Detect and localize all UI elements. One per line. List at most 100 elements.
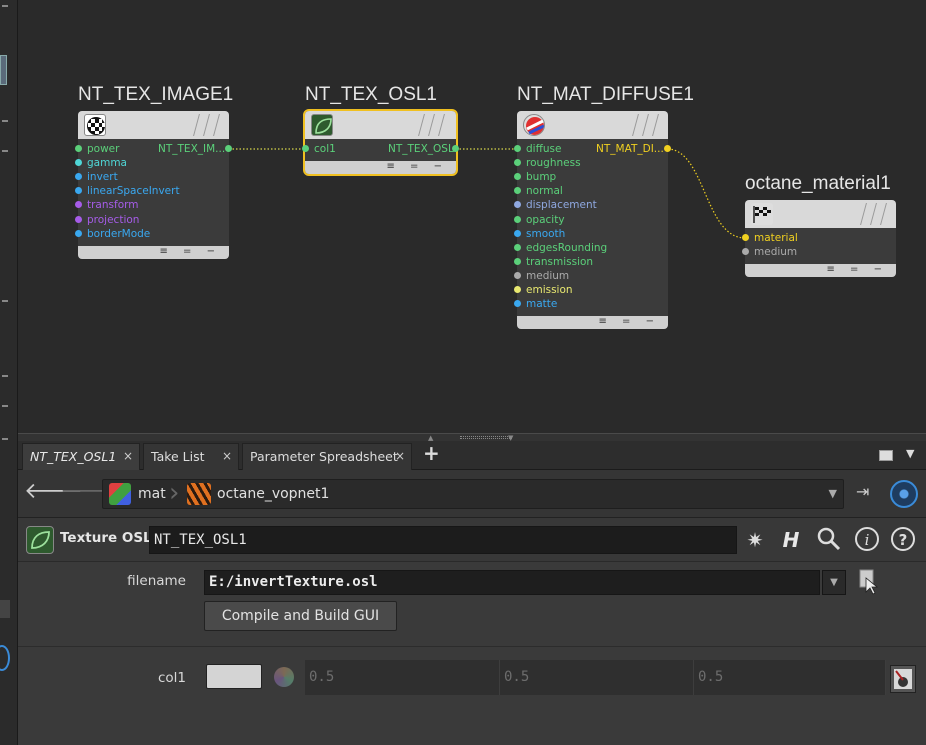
houdini-window: NT_TEX_IMAGE1 ≡ = − power gamma invert l… bbox=[0, 0, 926, 745]
input-port[interactable] bbox=[514, 258, 521, 265]
search-icon[interactable] bbox=[814, 526, 844, 554]
path-segment-root[interactable]: mat bbox=[138, 486, 166, 502]
node-type-label: Texture OSL bbox=[60, 530, 152, 546]
node-header bbox=[78, 111, 229, 139]
port-label: invert bbox=[87, 171, 118, 183]
node-title: NT_TEX_OSL1 bbox=[305, 84, 437, 105]
input-port[interactable] bbox=[514, 216, 521, 223]
network-editor[interactable]: NT_TEX_IMAGE1 ≡ = − power gamma invert l… bbox=[18, 0, 926, 433]
node-name-field[interactable]: NT_TEX_OSL1 bbox=[149, 526, 737, 554]
port-label: linearSpaceInvert bbox=[87, 185, 180, 197]
osl-node-icon bbox=[26, 526, 54, 554]
input-port[interactable] bbox=[514, 159, 521, 166]
input-port[interactable] bbox=[514, 187, 521, 194]
file-chooser-icon[interactable] bbox=[858, 568, 879, 595]
close-icon[interactable]: × bbox=[395, 444, 405, 469]
port-label: emission bbox=[526, 284, 573, 296]
port-label: displacement bbox=[526, 199, 597, 211]
input-port[interactable] bbox=[75, 230, 82, 237]
left-toolbar-ring-icon[interactable] bbox=[0, 645, 10, 671]
port-label: roughness bbox=[526, 157, 581, 169]
node-footer: ≡ = − bbox=[78, 246, 229, 259]
left-toolbar-mark bbox=[2, 300, 8, 302]
path-dropdown-icon[interactable]: ▼ bbox=[829, 487, 837, 500]
maximize-pane-icon[interactable] bbox=[879, 450, 893, 461]
divider-grip[interactable] bbox=[460, 436, 512, 439]
output-port[interactable] bbox=[664, 145, 671, 152]
color-wheel-icon[interactable] bbox=[274, 667, 294, 687]
input-port[interactable] bbox=[75, 145, 82, 152]
left-toolbar-button[interactable] bbox=[0, 600, 10, 618]
info-icon[interactable]: i bbox=[852, 526, 882, 554]
gear-icon[interactable]: ✷ bbox=[740, 526, 770, 554]
osl-leaf-icon bbox=[311, 114, 333, 136]
compile-build-gui-button[interactable]: Compile and Build GUI bbox=[204, 601, 397, 631]
port-label: power bbox=[87, 143, 120, 155]
col1-b-field[interactable]: 0.5 bbox=[694, 660, 886, 695]
node-footer: ≡ = − bbox=[745, 264, 896, 277]
tab-take-list[interactable]: Take List × bbox=[143, 443, 239, 470]
port-label: normal bbox=[526, 185, 563, 197]
pane-menu-icon[interactable]: ▼ bbox=[906, 447, 914, 460]
port-label: smooth bbox=[526, 228, 566, 240]
network-path[interactable]: mat › octane_vopnet1 ▼ bbox=[102, 478, 844, 509]
left-toolbar-mark bbox=[2, 375, 8, 377]
port-label: borderMode bbox=[87, 228, 151, 240]
add-tab-button[interactable]: + bbox=[423, 441, 440, 465]
input-port[interactable] bbox=[514, 244, 521, 251]
pane-divider[interactable]: ▲ ▼ bbox=[18, 433, 926, 442]
path-bar: 🡐 🡒 mat › octane_vopnet1 ▼ ⇥ bbox=[18, 470, 926, 518]
left-toolbar-button[interactable] bbox=[0, 55, 7, 85]
tab-nt-tex-osl1[interactable]: NT_TEX_OSL1 × bbox=[22, 443, 140, 470]
port-label: transmission bbox=[526, 256, 594, 268]
col1-g-field[interactable]: 0.5 bbox=[500, 660, 694, 695]
pin-icon[interactable]: ⇥ bbox=[856, 482, 882, 506]
close-icon[interactable]: × bbox=[123, 444, 133, 469]
left-toolbar bbox=[0, 0, 18, 745]
input-port[interactable] bbox=[514, 145, 521, 152]
output-port[interactable] bbox=[452, 145, 459, 152]
link-ring-icon[interactable] bbox=[890, 480, 918, 508]
filename-dropdown-icon[interactable]: ▼ bbox=[822, 570, 846, 595]
col1-r-field[interactable]: 0.5 bbox=[305, 660, 500, 695]
port-label: matte bbox=[526, 298, 558, 310]
output-port[interactable] bbox=[225, 145, 232, 152]
left-toolbar-mark bbox=[2, 438, 8, 440]
forward-arrow-icon[interactable]: 🡒 bbox=[60, 480, 119, 506]
input-port[interactable] bbox=[514, 300, 521, 307]
close-icon[interactable]: × bbox=[222, 444, 232, 469]
input-port[interactable] bbox=[742, 248, 749, 255]
checkered-flag-icon bbox=[751, 203, 773, 225]
input-port[interactable] bbox=[514, 230, 521, 237]
input-port[interactable] bbox=[302, 145, 309, 152]
help-icon[interactable]: ? bbox=[888, 526, 918, 554]
channel-link-icon[interactable] bbox=[890, 665, 916, 693]
parameter-pane: filename E:/invertTexture.osl ▼ Compile … bbox=[18, 562, 926, 745]
filename-label: filename bbox=[127, 573, 186, 589]
tab-parameter-spreadsheet[interactable]: Parameter Spreadsheet × bbox=[242, 443, 412, 470]
port-label: edgesRounding bbox=[526, 242, 608, 254]
input-port[interactable] bbox=[742, 234, 749, 241]
filename-field[interactable]: E:/invertTexture.osl bbox=[204, 570, 820, 595]
port-label: col1 bbox=[314, 143, 336, 155]
left-toolbar-mark bbox=[2, 405, 8, 407]
path-segment-network[interactable]: octane_vopnet1 bbox=[217, 486, 329, 502]
node-header bbox=[305, 111, 456, 139]
input-port[interactable] bbox=[75, 159, 82, 166]
input-port[interactable] bbox=[75, 173, 82, 180]
tab-label: NT_TEX_OSL1 bbox=[30, 449, 117, 464]
input-port[interactable] bbox=[514, 272, 521, 279]
input-port[interactable] bbox=[514, 201, 521, 208]
input-port[interactable] bbox=[514, 173, 521, 180]
pane-tab-bar: NT_TEX_OSL1 × Take List × Parameter Spre… bbox=[18, 441, 926, 470]
input-port[interactable] bbox=[75, 187, 82, 194]
vopnet-icon bbox=[187, 483, 211, 505]
node-title: octane_material1 bbox=[745, 173, 891, 194]
input-port[interactable] bbox=[75, 216, 82, 223]
port-label: transform bbox=[87, 199, 139, 211]
houdini-help-icon[interactable]: H bbox=[776, 526, 806, 554]
color-swatch[interactable] bbox=[206, 664, 262, 689]
back-arrow-icon[interactable]: 🡐 bbox=[24, 480, 83, 506]
input-port[interactable] bbox=[75, 201, 82, 208]
input-port[interactable] bbox=[514, 286, 521, 293]
